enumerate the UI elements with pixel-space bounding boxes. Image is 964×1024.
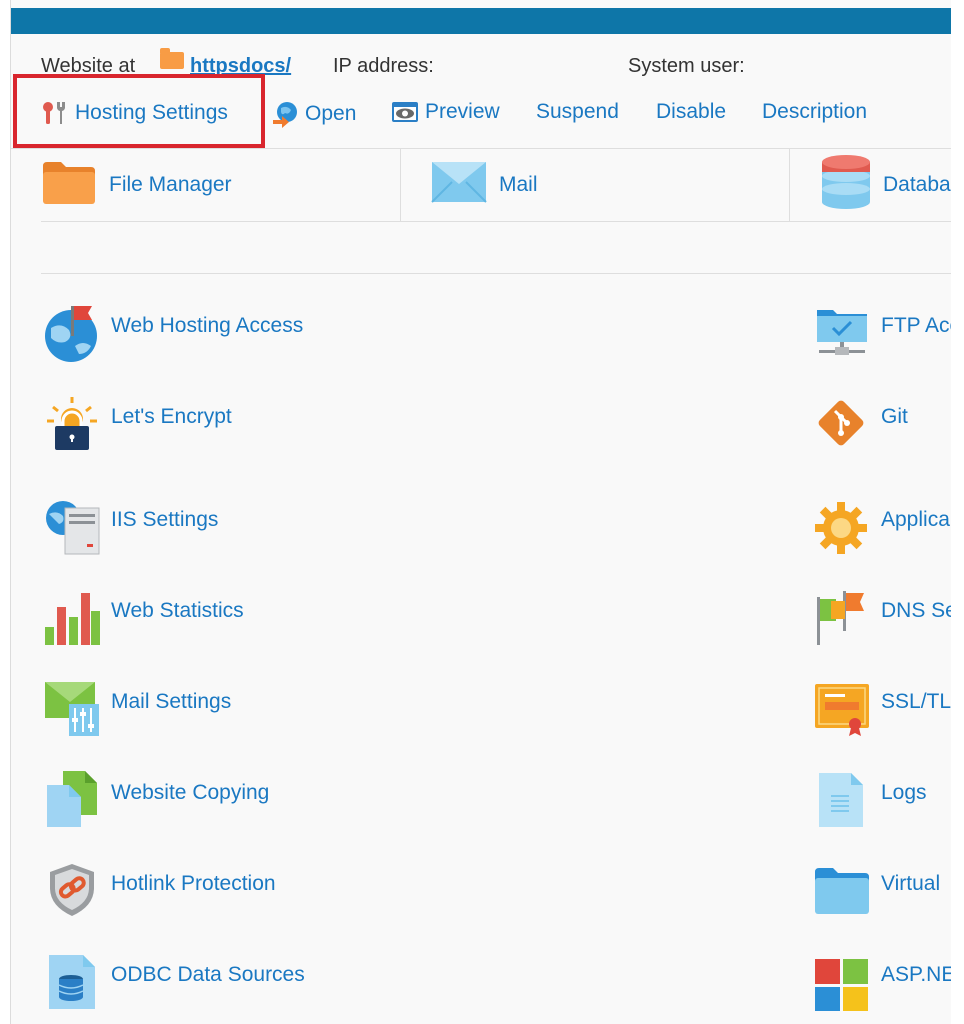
- git-item[interactable]: Git: [813, 393, 908, 453]
- open-label: Open: [305, 102, 357, 125]
- folder-blue-icon: [813, 860, 871, 920]
- disable-label: Disable: [656, 100, 727, 123]
- flags-icon: [813, 587, 871, 647]
- mail-settings-item[interactable]: Mail Settings: [43, 678, 231, 738]
- bar-chart-icon: [43, 587, 101, 647]
- hotlink-protection-item[interactable]: Hotlink Protection: [43, 860, 276, 920]
- ftp-access-item[interactable]: FTP Acc: [813, 302, 951, 362]
- open-link[interactable]: Open: [271, 100, 356, 128]
- preview-label: Preview: [425, 100, 500, 123]
- copy-pages-icon: [43, 769, 101, 829]
- globe-arrow-icon: [271, 100, 299, 128]
- lock-sun-icon: [43, 393, 101, 453]
- divider: [41, 221, 951, 222]
- shield-link-icon: [43, 860, 101, 920]
- globe-flag-icon: [43, 302, 101, 362]
- database-icon: [821, 154, 871, 216]
- lets-encrypt-item[interactable]: Let's Encrypt: [43, 393, 232, 453]
- iis-settings-label: IIS Settings: [111, 508, 219, 531]
- description-label: Description: [762, 100, 868, 123]
- folder-icon: [156, 48, 188, 74]
- lets-encrypt-label: Let's Encrypt: [111, 405, 232, 428]
- file-manager-label: File Manager: [109, 173, 232, 196]
- mail-label: Mail: [499, 173, 538, 196]
- web-hosting-access-label: Web Hosting Access: [111, 314, 304, 337]
- ssl-tls-item[interactable]: SSL/TLS: [813, 678, 951, 738]
- logs-label: Logs: [881, 781, 927, 804]
- database-doc-icon: [43, 951, 101, 1011]
- tile-divider: [400, 148, 401, 222]
- quick-tiles: File Manager Mail Databa: [41, 148, 951, 222]
- highlight-box: [13, 74, 265, 148]
- web-hosting-access-item[interactable]: Web Hosting Access: [43, 302, 303, 362]
- folder-icon: [41, 158, 97, 212]
- odbc-data-sources-label: ODBC Data Sources: [111, 963, 305, 986]
- log-file-icon: [813, 769, 871, 829]
- ftp-access-label: FTP Acc: [881, 314, 951, 337]
- ssl-tls-label: SSL/TLS: [881, 690, 951, 713]
- envelope-icon: [431, 160, 487, 210]
- mail-settings-label: Mail Settings: [111, 690, 232, 713]
- asp-net-label: ASP.NE: [881, 963, 951, 986]
- web-statistics-item[interactable]: Web Statistics: [43, 587, 244, 647]
- windows-icon: [813, 951, 871, 1011]
- virtual-directories-item[interactable]: Virtual: [813, 860, 940, 920]
- file-manager-tile[interactable]: File Manager: [41, 148, 232, 222]
- system-user-label: System user:: [628, 55, 745, 77]
- iis-settings-item[interactable]: IIS Settings: [43, 496, 218, 556]
- top-bar: [11, 8, 951, 34]
- odbc-data-sources-item[interactable]: ODBC Data Sources: [43, 951, 305, 1011]
- preview-link[interactable]: Preview: [391, 100, 500, 124]
- eye-icon: [391, 100, 419, 124]
- tile-divider: [789, 148, 790, 222]
- suspend-link[interactable]: Suspend: [536, 100, 619, 124]
- git-icon: [813, 393, 871, 453]
- certificate-icon: [813, 678, 871, 738]
- databases-tile[interactable]: Databa: [821, 148, 951, 222]
- web-statistics-label: Web Statistics: [111, 599, 244, 622]
- mail-tile[interactable]: Mail: [431, 148, 538, 222]
- applications-label: Applica: [881, 508, 950, 531]
- divider: [41, 273, 951, 274]
- mail-settings-icon: [43, 678, 101, 738]
- description-link[interactable]: Description: [762, 100, 867, 124]
- suspend-label: Suspend: [536, 100, 619, 123]
- databases-label: Databa: [883, 173, 951, 196]
- git-label: Git: [881, 405, 908, 428]
- dns-settings-label: DNS Se: [881, 599, 951, 622]
- gear-icon: [813, 496, 871, 556]
- dns-settings-item[interactable]: DNS Se: [813, 587, 951, 647]
- disable-link[interactable]: Disable: [656, 100, 726, 124]
- applications-item[interactable]: Applica: [813, 496, 950, 556]
- virtual-directories-label: Virtual: [881, 872, 941, 895]
- site-panel: Website at httpsdocs/ IP address: System…: [10, 0, 951, 1024]
- website-copying-label: Website Copying: [111, 781, 270, 804]
- hotlink-protection-label: Hotlink Protection: [111, 872, 276, 895]
- ip-address-label: IP address:: [333, 55, 434, 77]
- asp-net-item[interactable]: ASP.NE: [813, 951, 951, 1011]
- ftp-folder-icon: [813, 302, 871, 362]
- website-copying-item[interactable]: Website Copying: [43, 769, 269, 829]
- logs-item[interactable]: Logs: [813, 769, 927, 829]
- server-globe-icon: [43, 496, 101, 556]
